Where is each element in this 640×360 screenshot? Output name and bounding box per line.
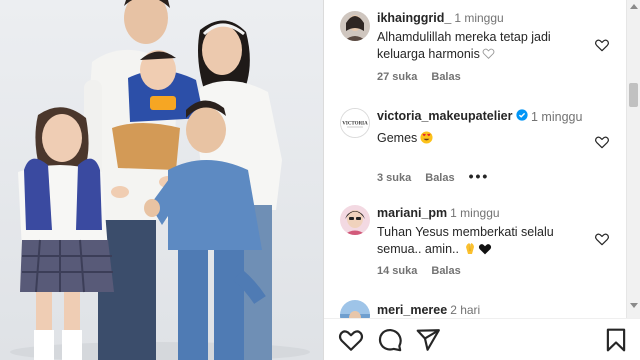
save-button[interactable] xyxy=(603,327,629,353)
share-button[interactable] xyxy=(415,327,441,353)
user-avatar-image xyxy=(340,205,370,235)
comment-meta: 3 suka Balas ••• xyxy=(377,168,503,184)
post-action-bar xyxy=(324,318,640,360)
comments-list[interactable]: ikhainggrid_ 1 minggu Alhamdulillah merek… xyxy=(324,0,626,318)
reply-button[interactable]: Balas xyxy=(431,265,460,277)
verified-badge-icon xyxy=(515,109,528,121)
likes-count[interactable]: 3 suka xyxy=(377,172,411,184)
comment-text-content: Alhamdulillah mereka tetap jadi keluarga… xyxy=(377,30,551,61)
comment-body: mariani_pm 1 minggu Tuhan Yesus memberkat… xyxy=(377,205,582,258)
comment-button[interactable] xyxy=(377,327,403,353)
reply-button[interactable]: Balas xyxy=(431,71,460,83)
like-button[interactable] xyxy=(338,327,364,353)
user-avatar-image xyxy=(340,11,370,41)
comment-username[interactable]: ikhainggrid_ xyxy=(377,11,451,25)
comment-time[interactable]: 2 hari xyxy=(450,303,480,317)
comment-meta: 14 suka Balas xyxy=(377,265,475,277)
heart-eyes-emoji xyxy=(420,131,433,144)
comment-time[interactable]: 1 minggu xyxy=(531,109,591,126)
likes-count[interactable]: 14 suka xyxy=(377,265,417,277)
scroll-down-arrow-icon[interactable] xyxy=(630,303,638,308)
avatar[interactable]: VICTORIA xyxy=(340,108,370,138)
comment-time[interactable]: 1 minggu xyxy=(454,11,503,25)
comment-like-heart-icon[interactable] xyxy=(594,134,610,150)
family-photo-image xyxy=(0,0,323,360)
post-photo xyxy=(0,0,323,360)
praying-hands-and-black-heart-emoji xyxy=(465,243,492,255)
brand-avatar-image: VICTORIA xyxy=(341,109,369,137)
heart-outline-icon xyxy=(338,330,364,351)
comment-body: meri_meree 2 hari xyxy=(377,302,582,318)
comment-like-heart-icon[interactable] xyxy=(594,37,610,53)
white-heart-emoji xyxy=(482,48,495,59)
more-options-button[interactable]: ••• xyxy=(469,168,490,184)
comment-text: Tuhan Yesus memberkati selalu semua.. am… xyxy=(377,224,582,258)
comment-bubble-icon xyxy=(378,328,402,352)
comment-text: Gemes xyxy=(377,130,537,147)
scroll-up-arrow-icon[interactable] xyxy=(630,4,638,9)
comment-text-content: Gemes xyxy=(377,131,418,145)
avatar[interactable] xyxy=(340,11,370,41)
comment-body: ikhainggrid_ 1 minggu Alhamdulillah merek… xyxy=(377,10,582,63)
comment-time[interactable]: 1 minggu xyxy=(450,206,499,220)
comment-body: victoria_makeupatelier Gemes xyxy=(377,108,537,147)
likes-count[interactable]: 27 suka xyxy=(377,71,417,83)
comments-scrollbar[interactable] xyxy=(626,0,640,318)
comment-text: Alhamdulillah mereka tetap jadi keluarga… xyxy=(377,29,582,63)
avatar[interactable] xyxy=(340,300,370,318)
comment-meta: 27 suka Balas xyxy=(377,71,475,83)
avatar[interactable] xyxy=(340,205,370,235)
comment-username[interactable]: victoria_makeupatelier xyxy=(377,109,513,123)
bookmark-icon xyxy=(606,328,626,352)
paper-plane-icon xyxy=(416,329,440,351)
scroll-thumb[interactable] xyxy=(629,83,638,107)
user-avatar-image xyxy=(340,300,370,318)
comment-like-heart-icon[interactable] xyxy=(594,231,610,247)
comment-username[interactable]: meri_meree xyxy=(377,303,447,317)
svg-text:VICTORIA: VICTORIA xyxy=(342,122,368,127)
comment-username[interactable]: mariani_pm xyxy=(377,206,447,220)
reply-button[interactable]: Balas xyxy=(425,172,454,184)
